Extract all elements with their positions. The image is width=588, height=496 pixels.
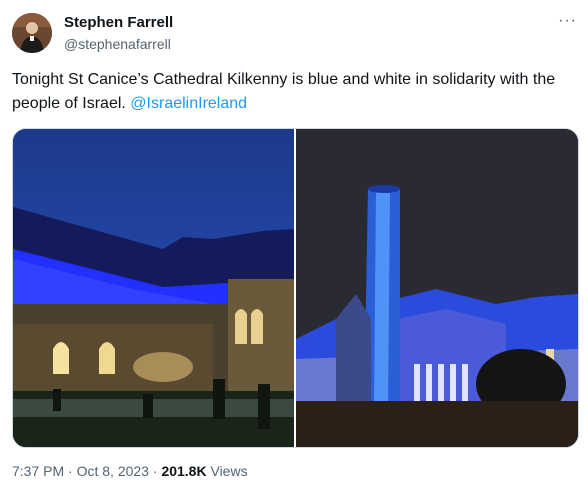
author-name[interactable]: Stephen Farrell	[64, 14, 173, 31]
views-label: Views	[206, 463, 248, 479]
views-count: 201.8K	[161, 463, 207, 479]
meta-separator: ·	[64, 463, 77, 479]
tweet-meta: 7:37 PM · Oct 8, 2023 · 201.8K Views	[12, 463, 248, 479]
avatar-image	[12, 13, 52, 53]
tweet-card: Stephen Farrell @stephenafarrell ··· Ton…	[0, 0, 588, 496]
author-handle[interactable]: @stephenafarrell	[64, 36, 171, 52]
meta-separator: ·	[148, 463, 162, 479]
photo-right[interactable]	[296, 129, 578, 447]
tweet-body: Tonight St Canice’s Cathedral Kilkenny i…	[12, 71, 556, 112]
tweet-text: Tonight St Canice’s Cathedral Kilkenny i…	[12, 68, 572, 116]
tweet-time[interactable]: 7:37 PM	[12, 463, 64, 479]
more-options-icon[interactable]: ···	[558, 12, 577, 30]
media-grid	[12, 128, 579, 448]
avatar[interactable]	[12, 13, 52, 53]
cathedral-photo-right	[296, 129, 578, 447]
cathedral-photo-left	[13, 129, 294, 447]
photo-left[interactable]	[13, 129, 294, 447]
mention-link[interactable]: @IsraelinIreland	[130, 95, 247, 112]
tweet-date[interactable]: Oct 8, 2023	[77, 463, 149, 479]
